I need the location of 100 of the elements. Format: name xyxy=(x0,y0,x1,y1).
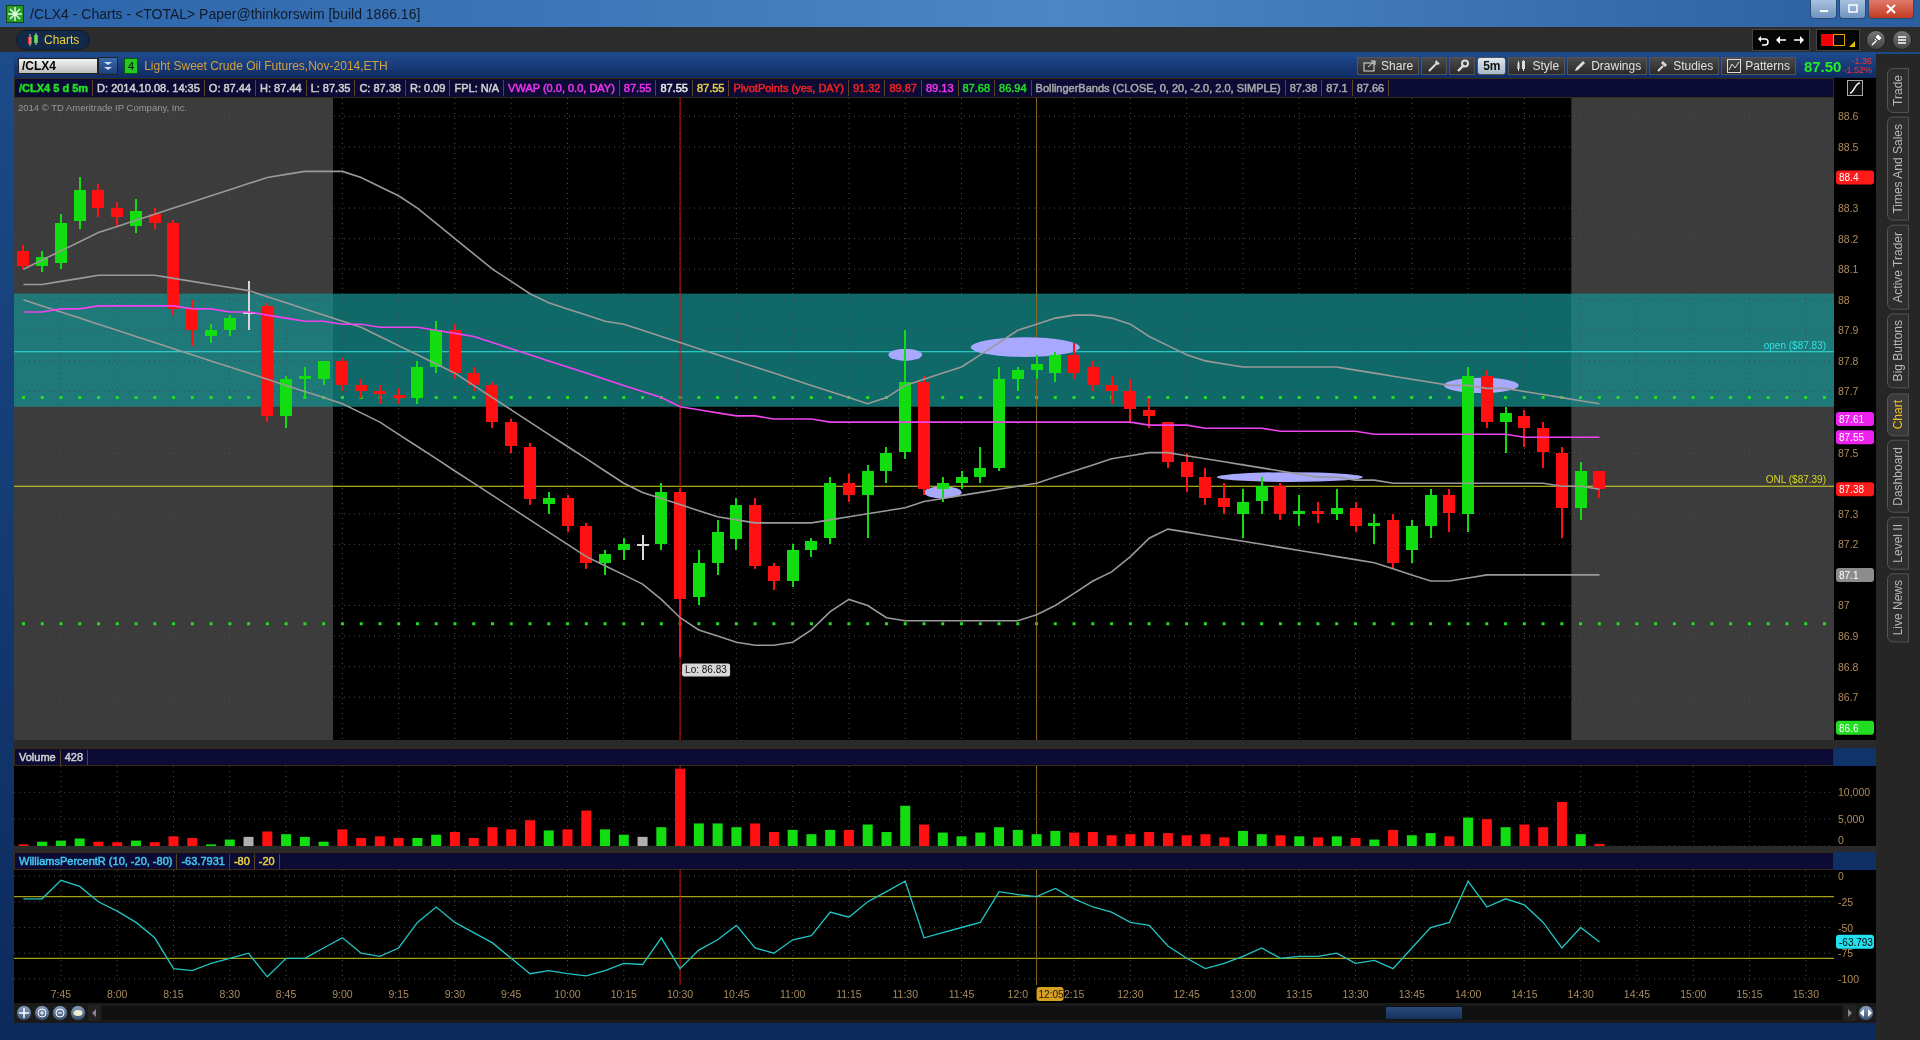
side-tab[interactable]: Times And Sales xyxy=(1887,116,1909,221)
header-cell: 428 xyxy=(60,749,89,765)
time-label: 13:45 xyxy=(1398,988,1425,1000)
symbol-field[interactable]: /CLX4 xyxy=(18,58,98,74)
axis-label: 86.8 xyxy=(1838,660,1859,673)
axis-label: 87 xyxy=(1838,599,1850,612)
info-cell: PivotPoints (yes, DAY) xyxy=(729,80,849,96)
info-cell: /CLX4 5 d 5m xyxy=(15,80,94,96)
axis-label: 88.1 xyxy=(1838,263,1859,276)
info-cell: L: 87.35 xyxy=(306,80,356,96)
info-cell: 87.55 xyxy=(656,80,693,96)
time-label: 9:45 xyxy=(501,988,522,1000)
axis-label: 86.9 xyxy=(1838,630,1859,643)
info-cell: 87.55 xyxy=(692,80,730,96)
time-label: 15:30 xyxy=(1792,988,1819,1000)
time-label: 11:45 xyxy=(948,988,975,1000)
time-label: 9:00 xyxy=(332,988,353,1000)
info-cell: 89.13 xyxy=(921,80,959,96)
axis-label: 87.9 xyxy=(1838,324,1859,337)
cursor-time-label: 12:05 xyxy=(1036,987,1064,1001)
info-cell: 87.55 xyxy=(619,80,657,96)
axis-label: 0 xyxy=(1838,870,1844,883)
info-cell: VWAP (0.0, 0.0, DAY) xyxy=(504,80,620,96)
side-tab[interactable]: Big Buttons xyxy=(1887,313,1909,389)
copyright-text: 2014 © TD Ameritrade IP Company, Inc. xyxy=(18,102,188,113)
axis-label: 88 xyxy=(1838,293,1850,306)
toolbar-button[interactable]: Drawings xyxy=(1567,57,1648,75)
time-label: 2:15 xyxy=(1063,988,1085,1000)
info-cell: 87.66 xyxy=(1352,80,1390,96)
axis-label: -75 xyxy=(1838,947,1854,960)
header-cell: -80 xyxy=(229,853,255,869)
header-cell: -63.7931 xyxy=(177,853,230,869)
time-label: 12:30 xyxy=(1117,988,1144,1000)
time-label: 10:30 xyxy=(666,988,694,1000)
time-label: 14:45 xyxy=(1623,988,1651,1000)
symbol-description: Light Sweet Crude Oil Futures,Nov-2014,ETH xyxy=(144,59,388,73)
side-tab[interactable]: Chart xyxy=(1887,392,1909,436)
axis-label: 86.7 xyxy=(1838,691,1859,704)
time-label: 12:45 xyxy=(1173,988,1200,1000)
toolbar-button[interactable]: Style xyxy=(1508,57,1566,75)
side-tab[interactable]: Active Trader xyxy=(1887,224,1909,310)
level-label: open ($87.83) xyxy=(1763,339,1826,351)
time-label: 9:30 xyxy=(444,988,466,1000)
time-label: 11:15 xyxy=(836,988,862,1000)
info-cell: FPL: N/A xyxy=(450,80,505,96)
axis-label: 88.3 xyxy=(1838,202,1859,215)
time-label: 10:45 xyxy=(723,988,750,1000)
side-tab[interactable]: Trade xyxy=(1887,68,1909,113)
app-tab[interactable]: Charts xyxy=(16,29,91,50)
low-label: Lo: 86.83 xyxy=(682,663,731,677)
time-label: 11:00 xyxy=(779,988,806,1000)
axis-label: 87.5 xyxy=(1838,446,1859,459)
time-label: 8:30 xyxy=(219,988,240,1000)
window-title: /CLX4 - Charts - <TOTAL> Paper@thinkorswim [build 1866.16] xyxy=(30,5,421,22)
level-label: ONL ($87.39) xyxy=(1765,474,1826,486)
time-label: 13:00 xyxy=(1229,988,1257,1000)
axis-label: 88.2 xyxy=(1838,232,1859,245)
info-cell: 87.38 xyxy=(1285,80,1323,96)
time-label: 9:15 xyxy=(388,988,409,1000)
info-cell: C: 87.38 xyxy=(355,80,406,96)
time-label: 7:45 xyxy=(50,988,72,1000)
axis-label: 5,000 xyxy=(1838,813,1865,826)
info-cell: H: 87.44 xyxy=(256,80,307,96)
toolbar-button[interactable]: Patterns xyxy=(1721,57,1796,75)
time-label: 15:15 xyxy=(1736,988,1763,1000)
interval-button[interactable]: 5m xyxy=(1477,57,1507,75)
price-tag: 87.38 xyxy=(1836,482,1874,497)
info-cell: D: 2014.10.08. 14:35 xyxy=(93,80,205,96)
axis-label: 88.6 xyxy=(1838,110,1859,123)
info-cell: R: 0.09 xyxy=(406,80,451,96)
last-price: 87.50 xyxy=(1803,57,1842,75)
time-label: 11:30 xyxy=(892,988,918,1000)
price-tag: 87.55 xyxy=(1836,430,1874,445)
price-change: -1.36 xyxy=(1850,57,1872,66)
percent-change: -1.52% xyxy=(1843,66,1872,75)
time-label: 8:15 xyxy=(163,988,184,1000)
time-label: 14:30 xyxy=(1567,988,1594,1000)
time-label: 14:15 xyxy=(1511,988,1538,1000)
time-label: 8:45 xyxy=(275,988,297,1000)
time-label: 12:0 xyxy=(1007,988,1029,1000)
side-tab[interactable]: Level II xyxy=(1887,516,1909,570)
info-cell: 87.1 xyxy=(1322,80,1353,96)
time-label: 13:15 xyxy=(1286,988,1313,1000)
info-cell: BollingerBands (CLOSE, 0, 20, -2.0, 2.0, SIMPLE) xyxy=(1031,80,1286,96)
header-cell: WilliamsPercentR (10, -20, -80) xyxy=(15,853,178,869)
time-label: 10:00 xyxy=(554,988,581,1000)
side-tab[interactable]: Live News xyxy=(1887,573,1909,643)
toolbar-button[interactable]: Share xyxy=(1357,57,1420,75)
time-label: 8:00 xyxy=(107,988,128,1000)
time-label: 15:00 xyxy=(1680,988,1707,1000)
info-cell: 89.87 xyxy=(885,80,922,96)
toolbar-button[interactable]: Studies xyxy=(1649,57,1720,75)
axis-label: 87.7 xyxy=(1838,385,1859,398)
axis-label: 88.5 xyxy=(1838,140,1859,153)
link-badge[interactable]: 4 xyxy=(124,58,139,74)
axis-label: 87.8 xyxy=(1838,354,1859,367)
info-cell: 87.68 xyxy=(958,80,996,96)
info-cell: 86.94 xyxy=(995,80,1032,96)
side-tab[interactable]: Dashboard xyxy=(1887,439,1909,513)
axis-label: -100 xyxy=(1838,972,1859,985)
